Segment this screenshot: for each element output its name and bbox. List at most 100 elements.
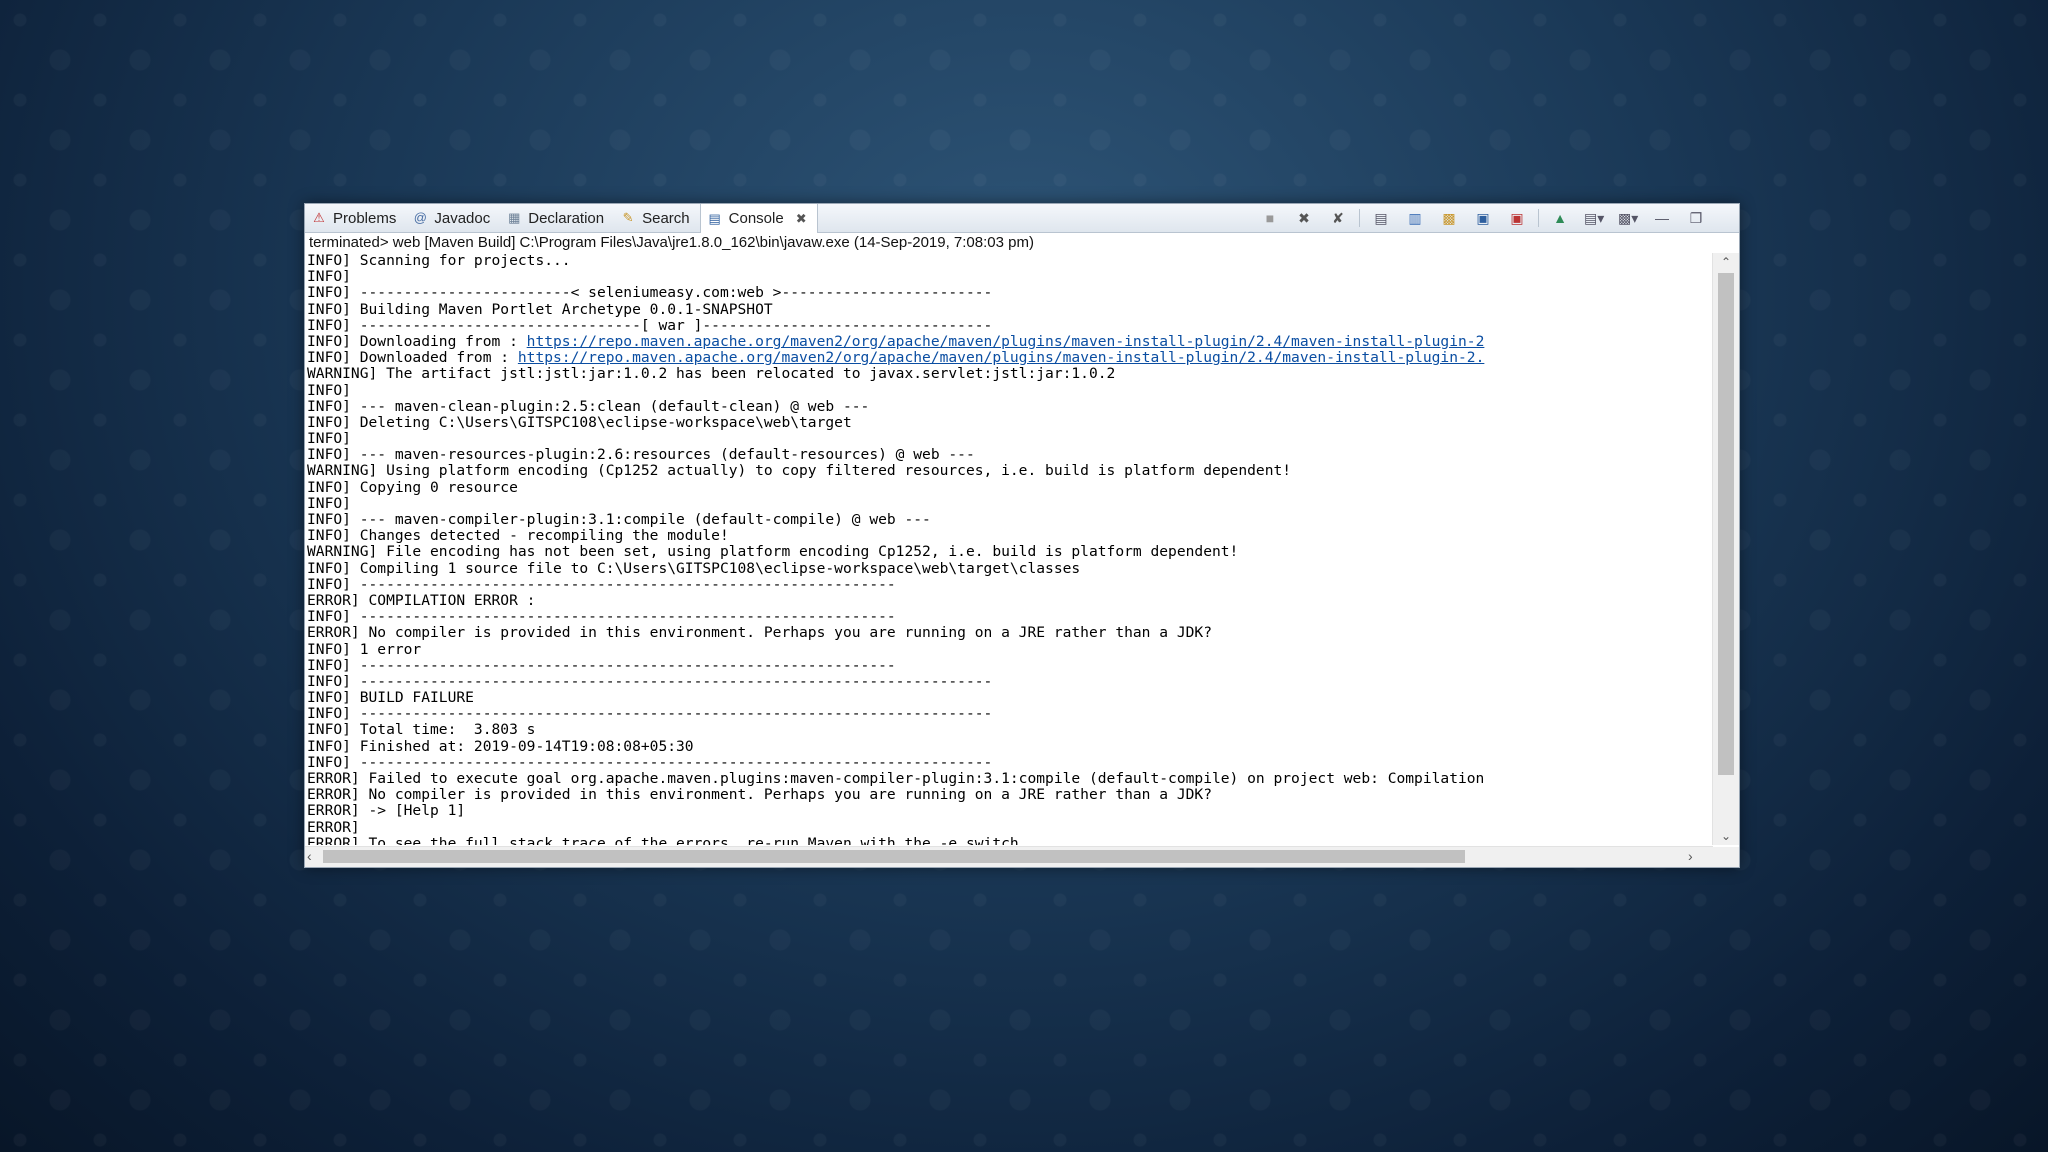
- console-line: INFO]: [307, 382, 1705, 399]
- console-line-text: INFO]: [307, 430, 351, 448]
- tab-problems[interactable]: ⚠ Problems: [305, 204, 406, 232]
- console-line-text: ERROR] No compiler is provided in this e…: [307, 624, 1212, 642]
- console-line-text: INFO] ----------------------------------…: [307, 753, 993, 771]
- vertical-scroll-thumb[interactable]: [1718, 273, 1734, 775]
- console-line: INFO] ----------------------------------…: [307, 575, 1705, 593]
- console-link[interactable]: https://repo.maven.apache.org/maven2/org…: [527, 333, 1485, 350]
- console-line: INFO] ----------------------------------…: [307, 672, 1705, 690]
- console-line: ERROR] Failed to execute goal org.apache…: [307, 770, 1705, 787]
- console-line: INFO]: [307, 269, 1705, 285]
- tab-label: Console: [728, 210, 784, 227]
- new-console-icon[interactable]: ▲: [1550, 209, 1570, 227]
- console-line: INFO] BUILD FAILURE: [307, 689, 1705, 707]
- console-line: INFO] Finished at: 2019-09-14T19:08:08+0…: [307, 737, 1705, 755]
- console-line: INFO] ------------------------< selenium…: [307, 285, 1705, 301]
- show-console-icon[interactable]: ▩: [1439, 209, 1459, 227]
- console-line: INFO] ----------------------------------…: [307, 753, 1705, 771]
- scroll-lock-icon[interactable]: ▤: [1371, 209, 1391, 227]
- console-line-text: INFO] Building Maven Portlet Archetype 0…: [307, 300, 773, 318]
- console-line: INFO] Downloaded from : https://repo.mav…: [307, 350, 1705, 366]
- tab-javadoc[interactable]: @ Javadoc: [406, 204, 500, 232]
- console-line-text: INFO] ------------------------< selenium…: [307, 284, 993, 302]
- word-wrap-icon[interactable]: ▥: [1405, 209, 1425, 227]
- console-status-line: terminated> web [Maven Build] C:\Program…: [309, 234, 1034, 251]
- maximize-icon[interactable]: ❐: [1686, 209, 1706, 227]
- tab-label: Problems: [333, 209, 397, 227]
- console-line: INFO] 1 error: [307, 640, 1705, 658]
- console-line: INFO]: [307, 494, 1705, 512]
- console-line-text: WARNING] Using platform encoding (Cp1252…: [307, 462, 1292, 480]
- console-line-text: INFO] ----------------------------------…: [307, 575, 896, 593]
- console-line: WARNING] File encoding has not been set,…: [307, 544, 1705, 560]
- console-line-text: INFO] --------------------------------[ …: [307, 316, 993, 334]
- tab-label: Javadoc: [434, 209, 491, 227]
- tab-console[interactable]: ▤ Console ✖: [699, 204, 818, 233]
- close-icon[interactable]: ✖: [796, 211, 807, 227]
- console-line: INFO] --- maven-compiler-plugin:3.1:comp…: [307, 511, 1705, 528]
- scroll-down-icon[interactable]: ⌄: [1713, 829, 1739, 843]
- console-line: INFO] --- maven-clean-plugin:2.5:clean (…: [307, 397, 1705, 415]
- console-line-text: INFO] Downloaded from :: [307, 349, 518, 367]
- terminate-icon[interactable]: ■: [1260, 209, 1280, 227]
- console-line-text: ERROR] COMPILATION ERROR :: [307, 591, 536, 609]
- console-line-text: INFO]: [307, 268, 351, 286]
- console-line-text: INFO] ----------------------------------…: [307, 705, 993, 723]
- console-line: INFO] Downloading from : https://repo.ma…: [307, 332, 1705, 350]
- console-line: ERROR] No compiler is provided in this e…: [307, 787, 1705, 803]
- scroll-right-icon[interactable]: ›: [1688, 848, 1693, 864]
- console-view: ⚠ Problems @ Javadoc ▦ Declaration ✎ Sea…: [304, 203, 1740, 868]
- console-output[interactable]: INFO] Scanning for projects... INFO] INFO]…: [307, 253, 1705, 845]
- console-line-text: INFO] --- maven-clean-plugin:2.5:clean (…: [307, 397, 870, 415]
- scroll-up-icon[interactable]: ⌃: [1713, 255, 1739, 269]
- console-line: INFO] Total time: 3.803 s: [307, 722, 1705, 738]
- toolbar-separator: [1538, 209, 1539, 227]
- console-line: ERROR] No compiler is provided in this e…: [307, 625, 1705, 641]
- console-line-text: INFO] ----------------------------------…: [307, 672, 993, 690]
- vertical-scrollbar[interactable]: ⌃ ⌄: [1712, 253, 1739, 845]
- console-line-text: INFO] Changes detected - recompiling the…: [307, 527, 729, 545]
- console-line: INFO] ----------------------------------…: [307, 609, 1705, 625]
- console-line-text: INFO] ----------------------------------…: [307, 656, 896, 674]
- declaration-icon: ▦: [508, 210, 521, 225]
- tab-label: Search: [642, 209, 690, 227]
- console-line-text: INFO]: [307, 494, 351, 512]
- console-link[interactable]: https://repo.maven.apache.org/maven2/org…: [518, 349, 1484, 366]
- console-line-text: INFO] 1 error: [307, 640, 422, 658]
- console-line-text: INFO] Scanning for projects...: [307, 253, 571, 269]
- console-line-text: ERROR] No compiler is provided in this e…: [307, 786, 1212, 804]
- remove-launch-icon[interactable]: ✖: [1294, 209, 1314, 227]
- console-line-text: INFO] Total time: 3.803 s: [307, 721, 536, 739]
- console-line: INFO] Building Maven Portlet Archetype 0…: [307, 300, 1705, 318]
- console-line: WARNING] Using platform encoding (Cp1252…: [307, 463, 1705, 479]
- console-line: INFO] ----------------------------------…: [307, 656, 1705, 674]
- console-line: ERROR] To see the full stack trace of th…: [307, 834, 1705, 845]
- scroll-left-icon[interactable]: ‹: [307, 848, 312, 864]
- scrollbar-corner: [1713, 847, 1739, 867]
- console-line: INFO] --------------------------------[ …: [307, 316, 1705, 334]
- console-line: INFO] ----------------------------------…: [307, 706, 1705, 722]
- open-console-dropdown-icon[interactable]: ▩▾: [1618, 209, 1638, 227]
- console-line-text: INFO] Finished at: 2019-09-14T19:08:08+0…: [307, 737, 694, 755]
- view-tab-bar: ⚠ Problems @ Javadoc ▦ Declaration ✎ Sea…: [305, 204, 1739, 233]
- console-line-text: INFO] BUILD FAILURE: [307, 689, 474, 707]
- horizontal-scroll-thumb[interactable]: [323, 850, 1465, 863]
- console-line: INFO]: [307, 430, 1705, 448]
- remove-all-terminated-icon[interactable]: ✘: [1328, 209, 1348, 227]
- console-line: ERROR] -> [Help 1]: [307, 803, 1705, 819]
- console-line-text: INFO] Copying 0 resource: [307, 478, 518, 496]
- console-icon: ▤: [708, 210, 721, 226]
- tab-search[interactable]: ✎ Search: [614, 204, 700, 232]
- console-line: INFO] --- maven-resources-plugin:2.6:res…: [307, 447, 1705, 463]
- minimize-icon[interactable]: —: [1652, 209, 1672, 227]
- console-line-text: INFO] Deleting C:\Users\GITSPC108\eclips…: [307, 413, 852, 431]
- console-line-text: ERROR] To see the full stack trace of th…: [307, 834, 1028, 845]
- tab-declaration[interactable]: ▦ Declaration: [500, 204, 614, 232]
- display-selected-console-icon[interactable]: ▣: [1507, 209, 1527, 227]
- console-line-text: ERROR]: [307, 818, 360, 836]
- open-console-icon[interactable]: ▤▾: [1584, 209, 1604, 227]
- console-line-text: INFO] Downloading from :: [307, 332, 527, 350]
- horizontal-scrollbar[interactable]: ‹ ›: [305, 846, 1713, 867]
- console-line-text: INFO] ----------------------------------…: [307, 608, 896, 626]
- console-line: WARNING] The artifact jstl:jstl:jar:1.0.…: [307, 366, 1705, 382]
- pin-console-icon[interactable]: ▣: [1473, 209, 1493, 227]
